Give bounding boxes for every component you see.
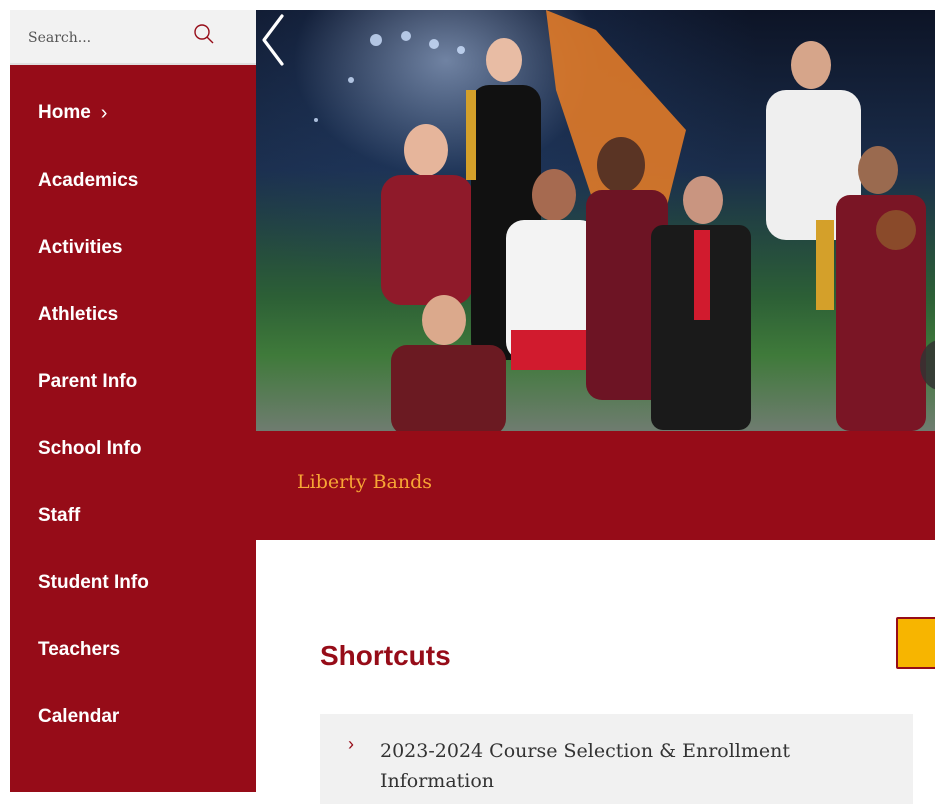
nav-item-activities[interactable]: Activities [10, 214, 256, 282]
slide-caption: Liberty Bands [256, 431, 935, 540]
nav-item-athletics[interactable]: Athletics [10, 281, 256, 349]
search-icon[interactable] [192, 22, 216, 46]
main-nav: Home › Academics Activities Athletics Pa… [10, 78, 256, 751]
quick-link-button[interactable] [896, 617, 935, 669]
nav-item-label: Academics [38, 170, 139, 191]
chevron-right-icon: › [348, 734, 354, 754]
nav-item-academics[interactable]: Academics [10, 147, 256, 215]
nav-item-label: Teachers [38, 639, 121, 660]
nav-item-calendar[interactable]: Calendar [10, 683, 256, 751]
chevron-right-icon: › [100, 101, 108, 124]
hero-slideshow [256, 10, 935, 431]
nav-item-label: Parent Info [38, 371, 138, 392]
nav-item-student-info[interactable]: Student Info [10, 549, 256, 617]
nav-item-school-info[interactable]: School Info [10, 415, 256, 483]
nav-item-label: Activities [38, 237, 123, 258]
slide-caption-title[interactable]: Liberty Bands [297, 471, 432, 493]
nav-item-label: Staff [38, 505, 81, 526]
nav-item-label: Student Info [38, 572, 149, 593]
nav-item-staff[interactable]: Staff [10, 482, 256, 550]
shortcut-link-course-selection[interactable]: 2023-2024 Course Selection & Enrollment … [380, 736, 900, 796]
nav-item-label: Calendar [38, 706, 120, 727]
nav-item-home[interactable]: Home › [10, 78, 256, 148]
top-strip [0, 0, 935, 10]
shortcuts-heading: Shortcuts [320, 640, 451, 671]
hero-image [314, 10, 926, 431]
nav-item-parent-info[interactable]: Parent Info [10, 348, 256, 416]
chevron-left-icon[interactable] [256, 10, 290, 70]
shortcuts-list: › 2023-2024 Course Selection & Enrollmen… [320, 714, 913, 804]
nav-item-label: School Info [38, 438, 142, 459]
nav-item-label: Home [38, 102, 91, 123]
sidebar: Home › Academics Activities Athletics Pa… [10, 10, 256, 792]
nav-item-label: Athletics [38, 304, 119, 325]
nav-item-teachers[interactable]: Teachers [10, 616, 256, 684]
search-bar [10, 10, 256, 65]
search-input[interactable] [26, 23, 190, 53]
